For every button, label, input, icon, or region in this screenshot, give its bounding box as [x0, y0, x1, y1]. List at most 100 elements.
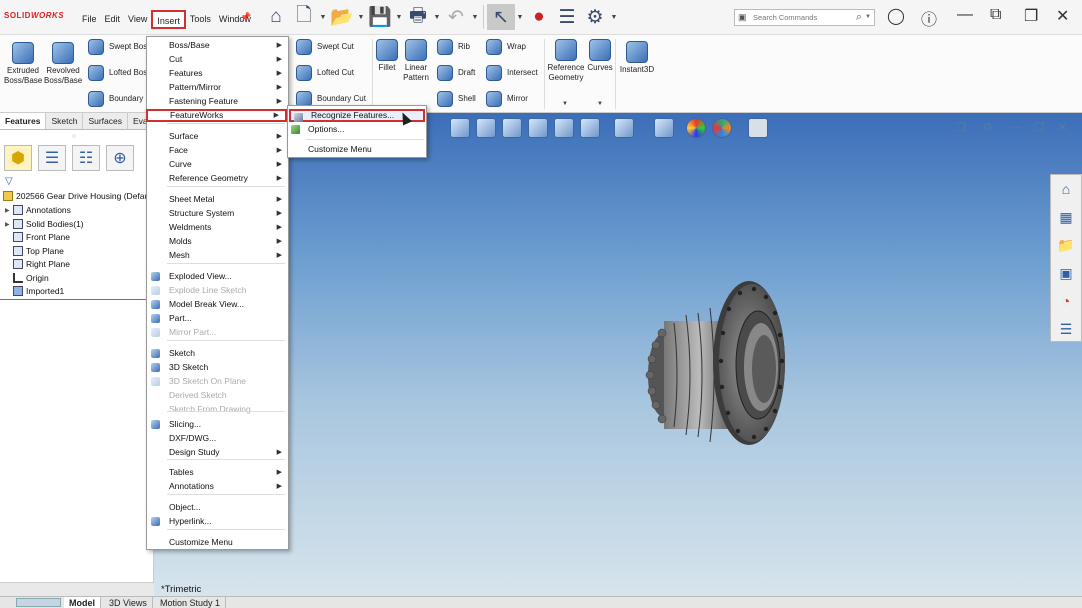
menu-file[interactable]: File — [78, 10, 101, 29]
tab-motion-study-1[interactable]: Motion Study 1 — [155, 597, 227, 608]
insert-menu-item-structure-system[interactable]: Structure System ▶ — [147, 207, 288, 220]
graphics-area[interactable]: ❐ ⧉ — ❐ ✕ *Trimetric — [154, 113, 1082, 596]
search-icon[interactable]: ⌕ — [856, 11, 862, 24]
fillet-button[interactable]: Fillet — [376, 39, 398, 73]
insert-menu-item-explode-line-sketch[interactable]: Explode Line Sketch — [147, 284, 288, 297]
custom-properties-icon[interactable]: ☰ — [1051, 315, 1081, 343]
file-explorer-icon[interactable]: 📁 — [1051, 231, 1081, 259]
pin-icon[interactable]: 📌 — [240, 12, 251, 23]
previous-view-icon[interactable] — [502, 118, 522, 138]
tab-sketch[interactable]: Sketch — [46, 113, 84, 129]
chevron-down-icon[interactable]: ▼ — [865, 14, 871, 20]
close-icon[interactable]: ✕ — [1056, 6, 1069, 26]
rebuild-traffic-light-icon[interactable]: ● — [525, 4, 553, 30]
featureworks-options-item[interactable]: Options... — [288, 123, 426, 136]
minimize-icon[interactable]: — — [957, 6, 973, 24]
insert-menu-item-mesh[interactable]: Mesh ▶ — [147, 249, 288, 262]
viewport-restore-icon[interactable]: ❐ — [1034, 121, 1044, 134]
rollback-bar[interactable] — [0, 299, 154, 300]
save-icon[interactable]: 💾 — [366, 4, 394, 30]
wrap-button[interactable]: Wrap — [486, 39, 526, 55]
maximize-icon[interactable]: ❐ — [1024, 6, 1038, 26]
design-library-icon[interactable]: ▦ — [1051, 203, 1081, 231]
insert-menu-item-dxf-dwg[interactable]: DXF/DWG... — [147, 432, 288, 445]
chevron-down-icon[interactable]: ▼ — [318, 14, 328, 21]
intersect-button[interactable]: Intersect — [486, 65, 538, 81]
chevron-down-icon[interactable]: ▼ — [356, 14, 366, 21]
tab-navigation-arrows[interactable] — [16, 598, 61, 607]
insert-menu-item-sketch[interactable]: Sketch — [147, 347, 288, 360]
configuration-manager-icon[interactable]: ☷ — [72, 145, 100, 171]
undo-icon[interactable]: ↶ — [442, 4, 470, 30]
lofted-cut-button[interactable]: Lofted Cut — [296, 65, 354, 81]
insert-menu-item-annotations[interactable]: Annotations ▶ — [147, 480, 288, 493]
new-document-icon[interactable]: 🗋 — [290, 4, 318, 30]
filter-icon[interactable]: ▽ — [5, 176, 13, 187]
view-orientation-icon[interactable] — [580, 118, 600, 138]
gear-icon[interactable]: ⚙ — [581, 4, 609, 30]
menu-edit[interactable]: Edit — [101, 10, 125, 29]
tree-item-annotations[interactable]: ▶ Annotations — [5, 205, 71, 215]
menu-view[interactable]: View — [124, 10, 151, 29]
insert-menu-item-sheet-metal[interactable]: Sheet Metal ▶ — [147, 193, 288, 206]
insert-menu-item-reference-geometry[interactable]: Reference Geometry ▶ — [147, 172, 288, 185]
insert-menu-item-3d-sketch[interactable]: 3D Sketch — [147, 361, 288, 374]
insert-menu-item-mirror-part[interactable]: Mirror Part... — [147, 326, 288, 339]
solidworks-logo[interactable]: SOLIDWORKS — [4, 11, 64, 20]
revolved-boss-button[interactable]: Revolved Boss/Base — [44, 42, 82, 86]
insert-menu-item-weldments[interactable]: Weldments ▶ — [147, 221, 288, 234]
insert-menu-item-curve[interactable]: Curve ▶ — [147, 158, 288, 171]
expand-arrow-icon[interactable]: ▶ — [5, 221, 13, 228]
viewport-minimize-icon[interactable]: ❐ — [956, 121, 966, 134]
open-folder-icon[interactable]: 📂 — [328, 4, 356, 30]
mirror-button[interactable]: Mirror — [486, 91, 528, 107]
insert-menu-item-object[interactable]: Object... — [147, 501, 288, 514]
search-scope-icon[interactable]: ▣ — [738, 12, 747, 23]
chevron-down-icon[interactable]: ▼ — [470, 14, 480, 21]
insert-menu-item-tables[interactable]: Tables ▶ — [147, 466, 288, 479]
expand-arrow-icon[interactable]: ▶ — [5, 207, 13, 214]
insert-menu-item-boss-base[interactable]: Boss/Base ▶ — [147, 39, 288, 52]
tree-item-imported1[interactable]: Imported1 — [13, 286, 64, 296]
insert-menu-item-customize-menu[interactable]: Customize Menu — [147, 536, 288, 549]
feature-tree-icon[interactable]: ⬢ — [4, 145, 32, 171]
viewport-min-icon[interactable]: — — [1010, 121, 1021, 133]
tree-item-origin[interactable]: Origin — [13, 273, 49, 283]
lofted-boss-button[interactable]: Lofted Boss — [88, 65, 151, 81]
menu-tools[interactable]: Tools — [186, 10, 215, 29]
insert-menu-item-fastening-feature[interactable]: Fastening Feature ▶ — [147, 95, 288, 108]
hide-show-items-icon[interactable] — [654, 118, 674, 138]
chevron-down-icon[interactable]: ▼ — [515, 14, 525, 21]
section-view-icon[interactable] — [528, 118, 548, 138]
menu-insert[interactable]: Insert — [151, 10, 186, 29]
tree-item-right-plane[interactable]: Right Plane — [13, 259, 70, 269]
search-commands-input[interactable]: ▣ Search Commands ⌕ ▼ — [734, 9, 875, 26]
draft-button[interactable]: Draft — [437, 65, 475, 81]
reference-geometry-button[interactable]: Reference Geometry — [547, 39, 585, 83]
extruded-boss-button[interactable]: Extruded Boss/Base — [4, 42, 42, 86]
edit-appearance-icon[interactable] — [686, 118, 706, 138]
tab-model[interactable]: Model — [64, 597, 101, 608]
insert-menu-item-surface[interactable]: Surface ▶ — [147, 130, 288, 143]
file-properties-icon[interactable]: ☰ — [553, 4, 581, 30]
solidworks-resources-icon[interactable]: ⌂ — [1051, 175, 1081, 203]
insert-menu-item-3d-sketch-on-plane[interactable]: 3D Sketch On Plane — [147, 375, 288, 388]
boundary-boss-button[interactable]: Boundary — [88, 91, 143, 107]
panel-scrollbar[interactable] — [0, 582, 154, 596]
print-icon[interactable]: 🖶 — [404, 4, 432, 30]
insert-menu-item-featureworks[interactable]: FeatureWorks ▶ — [146, 109, 287, 122]
tab-3d-views[interactable]: 3D Views — [104, 597, 153, 608]
zoom-to-fit-icon[interactable] — [450, 118, 470, 138]
chevron-down-icon[interactable]: ▼ — [562, 101, 568, 107]
tab-features[interactable]: Features — [0, 113, 47, 129]
tree-item-solid-bodies[interactable]: ▶ Solid Bodies(1) — [5, 219, 84, 229]
insert-menu-item-model-break-view[interactable]: Model Break View... — [147, 298, 288, 311]
dynamic-annotation-icon[interactable] — [554, 118, 574, 138]
insert-menu-item-features[interactable]: Features ▶ — [147, 67, 288, 80]
tree-item-front-plane[interactable]: Front Plane — [13, 232, 70, 242]
display-style-icon[interactable] — [614, 118, 634, 138]
insert-menu-item-exploded-view[interactable]: Exploded View... — [147, 270, 288, 283]
user-account-icon[interactable]: ◯ — [887, 6, 905, 26]
insert-menu-item-design-study[interactable]: Design Study ▶ — [147, 446, 288, 459]
chevron-down-icon[interactable]: ▼ — [609, 14, 619, 21]
